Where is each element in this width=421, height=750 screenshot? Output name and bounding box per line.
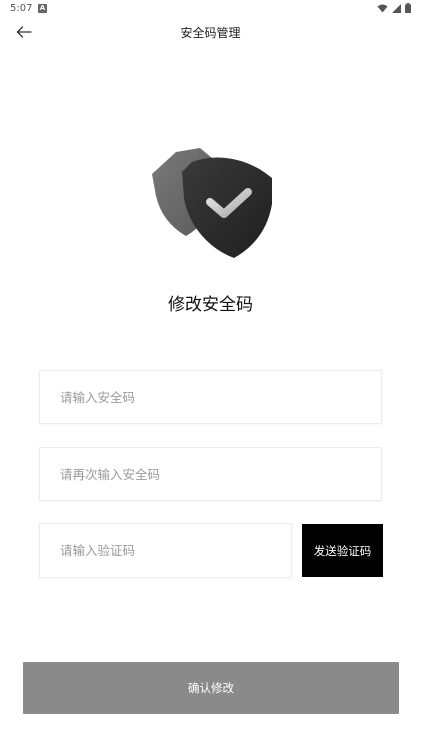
verification-code-field[interactable] bbox=[39, 523, 292, 578]
a-notification-icon: A bbox=[38, 4, 47, 13]
security-code-field[interactable] bbox=[39, 370, 382, 424]
security-code-confirm-input[interactable] bbox=[60, 466, 381, 482]
status-bar: 5:07 A bbox=[0, 0, 421, 18]
status-time: 5:07 bbox=[10, 3, 33, 14]
screen: 5:07 A 安全码管理 修改安全码 请输入验证码 发送验证码 确认修改 bbox=[0, 0, 421, 750]
security-code-confirm-field[interactable] bbox=[39, 447, 382, 501]
signal-icon bbox=[392, 3, 401, 13]
confirm-button[interactable]: 确认修改 bbox=[23, 662, 399, 714]
system-icons bbox=[377, 3, 411, 13]
shield-check-icon bbox=[152, 148, 272, 258]
wifi-icon bbox=[377, 4, 388, 12]
header: 安全码管理 bbox=[0, 18, 421, 46]
security-code-input[interactable] bbox=[60, 389, 381, 405]
page-heading: 修改安全码 bbox=[168, 295, 253, 315]
battery-icon bbox=[405, 3, 411, 13]
send-code-button[interactable]: 发送验证码 bbox=[302, 524, 383, 577]
verification-code-input[interactable] bbox=[60, 543, 291, 558]
page-title: 安全码管理 bbox=[180, 26, 241, 40]
